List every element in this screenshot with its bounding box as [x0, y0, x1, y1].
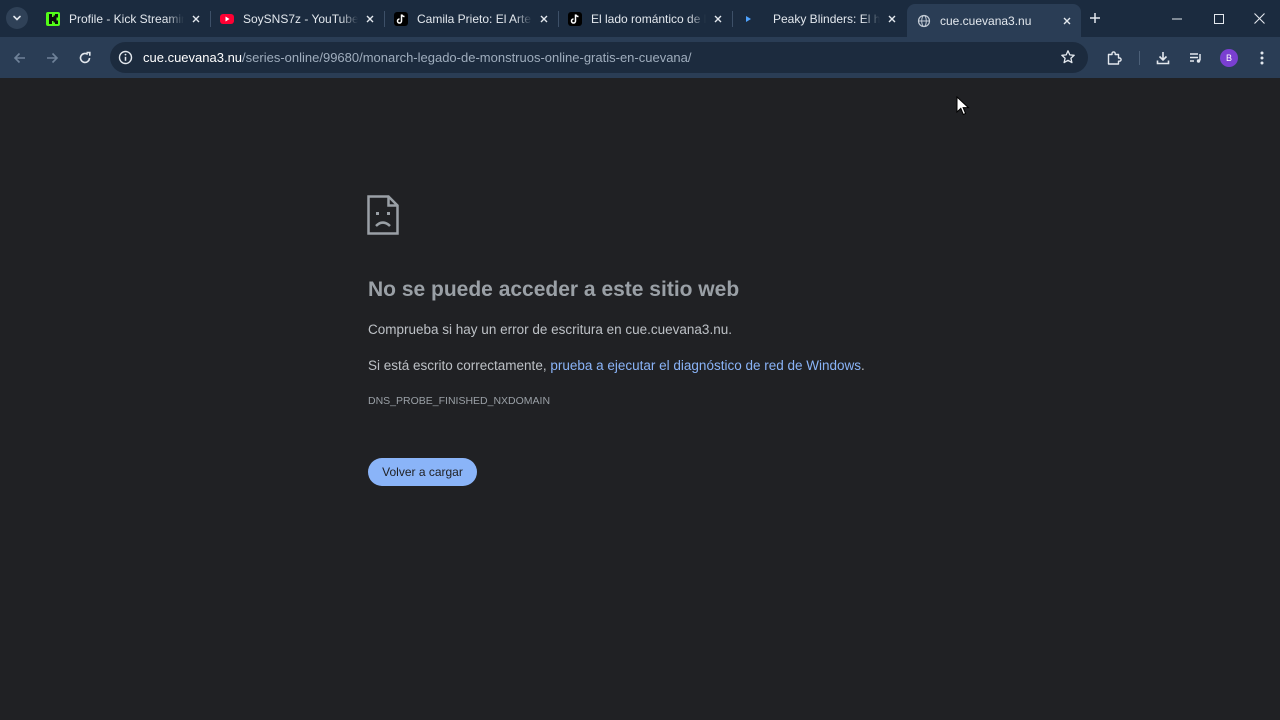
error-suggestion-1: Comprueba si hay un error de escritura e… — [368, 322, 732, 337]
download-icon — [1156, 52, 1170, 65]
tab-tiktok-romantico[interactable]: El lado romántico de la — [558, 0, 732, 37]
error-heading: No se puede acceder a este sitio web — [368, 278, 740, 301]
error-suggestion-2: Si está escrito correctamente, prueba a … — [368, 358, 865, 373]
address-bar[interactable]: cue.cuevana3.nu/series-online/99680/mona… — [110, 42, 1088, 73]
close-icon[interactable] — [884, 11, 900, 27]
tab-cuevana[interactable]: cue.cuevana3.nu — [907, 4, 1081, 37]
error-code: DNS_PROBE_FINISHED_NXDOMAIN — [368, 395, 551, 407]
tab-title: cue.cuevana3.nu — [940, 13, 1032, 28]
bookmark-star-icon[interactable] — [1060, 49, 1076, 70]
reload-icon — [79, 51, 91, 64]
maximize-button[interactable] — [1198, 0, 1240, 37]
extensions-button[interactable] — [1101, 45, 1127, 71]
youtube-icon — [220, 12, 234, 26]
close-icon[interactable] — [710, 11, 726, 27]
tiktok-icon — [568, 11, 582, 26]
new-tab-button[interactable] — [1085, 8, 1105, 28]
sad-page-icon — [367, 195, 399, 235]
tab-title: El lado romántico de la — [591, 11, 706, 26]
tab-strip: Profile - Kick Streaming SoySNS7z - YouT… — [0, 0, 1280, 37]
url-host: cue.cuevana3.nu — [143, 50, 243, 65]
close-icon[interactable] — [1059, 13, 1075, 29]
close-icon[interactable] — [362, 11, 378, 27]
mouse-cursor-icon — [956, 96, 970, 116]
reload-button[interactable] — [72, 45, 98, 71]
profile-avatar[interactable]: B — [1220, 49, 1238, 67]
toolbar-divider — [1139, 51, 1140, 65]
suggestion-suffix: . — [861, 358, 865, 373]
minimize-button[interactable] — [1156, 0, 1198, 37]
forward-arrow-icon — [47, 52, 59, 64]
network-diagnostics-link[interactable]: prueba a ejecutar el diagnóstico de red … — [550, 358, 861, 373]
puzzle-icon — [1107, 51, 1122, 65]
tab-tiktok-camila[interactable]: Camila Prieto: El Arte de — [384, 0, 558, 37]
plus-icon — [1090, 13, 1100, 23]
play-icon — [742, 12, 756, 26]
tab-title: Profile - Kick Streaming — [69, 11, 184, 26]
chevron-down-icon — [13, 15, 21, 21]
forward-button[interactable] — [39, 45, 65, 71]
media-controls-button[interactable] — [1183, 45, 1209, 71]
site-info-icon[interactable] — [118, 50, 133, 70]
downloads-button[interactable] — [1150, 45, 1176, 71]
error-page: No se puede acceder a este sitio web Com… — [0, 78, 1280, 720]
menu-button[interactable] — [1249, 45, 1275, 71]
tab-title: Camila Prieto: El Arte de — [417, 11, 532, 26]
back-button[interactable] — [7, 45, 33, 71]
close-icon[interactable] — [188, 11, 204, 27]
reload-page-button[interactable]: Volver a cargar — [368, 458, 477, 486]
tab-title: Peaky Blinders: El hombre — [773, 11, 880, 26]
tab-youtube[interactable]: SoySNS7z - YouTube — [210, 0, 384, 37]
url-path: /series-online/99680/monarch-legado-de-m… — [242, 50, 692, 65]
tab-search-button[interactable] — [6, 7, 28, 29]
playlist-icon — [1190, 53, 1201, 63]
kick-icon — [46, 11, 60, 26]
tab-peaky-blinders[interactable]: Peaky Blinders: El hombre — [732, 0, 906, 37]
globe-icon — [917, 14, 931, 28]
minimize-icon — [1172, 18, 1182, 19]
tiktok-icon — [394, 11, 408, 26]
close-icon[interactable] — [536, 11, 552, 27]
tab-kick[interactable]: Profile - Kick Streaming — [36, 0, 210, 37]
tab-title: SoySNS7z - YouTube — [243, 11, 358, 26]
toolbar: cue.cuevana3.nu/series-online/99680/mona… — [0, 37, 1280, 78]
suggestion-prefix: Si está escrito correctamente, — [368, 358, 551, 373]
maximize-icon — [1214, 13, 1224, 24]
close-icon — [1253, 13, 1265, 24]
url-text[interactable]: cue.cuevana3.nu/series-online/99680/mona… — [143, 50, 692, 65]
close-window-button[interactable] — [1238, 0, 1280, 37]
back-arrow-icon — [13, 52, 25, 64]
more-vert-icon — [1260, 51, 1264, 65]
